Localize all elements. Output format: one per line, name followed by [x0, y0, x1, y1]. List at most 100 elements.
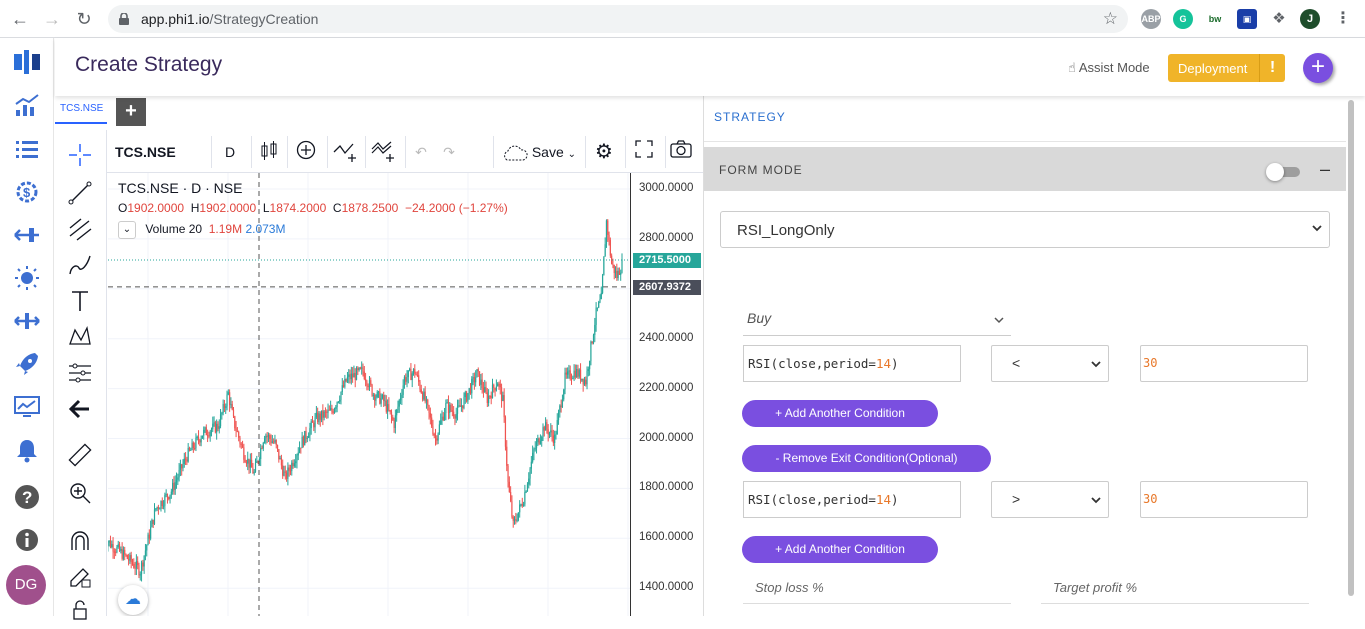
candle-body: [235, 428, 236, 431]
settings-gear-icon[interactable]: ⚙: [593, 140, 615, 164]
address-bar[interactable]: app.phi1.io/StrategyCreation ☆: [108, 5, 1128, 33]
candle-body: [463, 397, 464, 408]
rocket-icon[interactable]: [13, 350, 41, 378]
zoom-in-tool-icon[interactable]: [67, 480, 93, 506]
price-axis-tick: 2200.0000: [639, 382, 693, 394]
symbol-search[interactable]: TCS.NSE: [115, 140, 176, 164]
ruler-tool-icon[interactable]: [67, 442, 93, 468]
extensions-puzzle-icon[interactable]: ❖: [1269, 9, 1289, 29]
candle-body: [177, 477, 178, 479]
candles-icon[interactable]: [259, 140, 279, 164]
form-mode-toggle[interactable]: [1270, 167, 1300, 177]
candle-body: [518, 512, 519, 520]
charts-icon[interactable]: [13, 92, 41, 120]
price-chart[interactable]: ☁: [108, 173, 630, 616]
bookmark-star-icon[interactable]: ☆: [1103, 9, 1118, 29]
browser-menu-icon[interactable]: ⋮: [1333, 9, 1353, 29]
bell-icon[interactable]: [13, 436, 41, 464]
collapse-legend-chevron-icon[interactable]: ⌄: [118, 221, 136, 239]
candlestick-chart[interactable]: [108, 173, 630, 616]
list-icon[interactable]: [13, 135, 41, 163]
info-icon[interactable]: [13, 526, 41, 554]
user-avatar[interactable]: DG: [6, 565, 46, 605]
screenshot-camera-icon[interactable]: [669, 140, 693, 164]
exit-condition-input[interactable]: RSI(close,period=14): [743, 481, 961, 518]
tradingview-logo-icon[interactable]: ☁: [118, 585, 148, 615]
prediction-tool-icon[interactable]: [67, 360, 93, 386]
entry-condition-input[interactable]: RSI(close,period=14): [743, 345, 961, 382]
phi1-logo-icon[interactable]: [13, 48, 41, 76]
candle-body: [134, 568, 135, 569]
collapse-button[interactable]: –: [1320, 159, 1330, 180]
back-arrow-tool-icon[interactable]: [67, 396, 93, 422]
form-mode-label: FORM MODE: [719, 163, 803, 177]
transfer-icon[interactable]: [13, 307, 41, 335]
crosshair-tool-icon[interactable]: [67, 142, 93, 168]
add-another-condition-button[interactable]: + Add Another Condition: [742, 400, 938, 427]
target-profit-input[interactable]: Target profit %: [1041, 580, 1309, 604]
arrows-icon[interactable]: [13, 221, 41, 249]
add-indicator-circle-icon[interactable]: [295, 140, 317, 164]
monitor-chart-icon[interactable]: [13, 393, 41, 421]
candle-body: [558, 412, 559, 420]
back-arrow-icon[interactable]: ←: [10, 9, 30, 29]
stop-loss-input[interactable]: Stop loss %: [743, 580, 1011, 604]
browser-chrome: ← → ↻ app.phi1.io/StrategyCreation ☆ ABP…: [0, 0, 1365, 38]
candle-body: [568, 370, 569, 371]
exit-value-input[interactable]: 30: [1140, 481, 1308, 518]
lock-draw-tool-icon[interactable]: [67, 564, 93, 590]
profile-avatar[interactable]: J: [1300, 9, 1320, 29]
fullscreen-icon[interactable]: [633, 140, 655, 164]
redo-icon[interactable]: ↷: [441, 140, 457, 164]
assist-mode-link[interactable]: ☝ Assist Mode: [1068, 60, 1150, 76]
entry-operator-select[interactable]: <: [991, 345, 1109, 382]
candle-body: [487, 392, 488, 403]
remove-exit-condition-button[interactable]: - Remove Exit Condition(Optional): [742, 445, 991, 472]
add-another-exit-condition-button[interactable]: + Add Another Condition: [742, 536, 938, 563]
candle-body: [576, 369, 577, 377]
candle-body: [443, 417, 444, 420]
price-axis[interactable]: 3000.00002800.00002600.00002400.00002200…: [630, 173, 703, 616]
side-select[interactable]: Buy: [743, 304, 1011, 336]
save-button[interactable]: Save ⌄: [499, 140, 579, 164]
indicators-icon[interactable]: [333, 140, 359, 164]
text-tool-icon[interactable]: [67, 288, 93, 314]
candle-body: [291, 463, 292, 471]
bw-extension-icon[interactable]: bw: [1205, 9, 1225, 29]
candle-body: [141, 563, 142, 575]
candle-body: [522, 504, 523, 506]
trend-line-tool-icon[interactable]: [67, 180, 93, 206]
money-gear-icon[interactable]: $: [13, 178, 41, 206]
candle-body: [501, 387, 502, 401]
deployment-button[interactable]: Deployment !: [1168, 54, 1285, 82]
lock-icon[interactable]: [67, 598, 93, 624]
candle-body: [314, 417, 315, 427]
strategy-select[interactable]: RSI_LongOnly: [720, 211, 1330, 248]
reload-icon[interactable]: ↻: [74, 9, 94, 29]
exit-operator-select[interactable]: >: [991, 481, 1109, 518]
candle-body: [520, 504, 521, 505]
panel-scrollbar[interactable]: [1348, 100, 1354, 596]
fib-tool-icon[interactable]: [67, 216, 93, 242]
undo-icon[interactable]: ↶: [413, 140, 429, 164]
help-icon[interactable]: ?: [13, 483, 41, 511]
price-axis-tick: 1400.0000: [639, 581, 693, 593]
candle-body: [171, 492, 172, 495]
grammarly-extension-icon[interactable]: G: [1173, 9, 1193, 29]
adblock-extension-icon[interactable]: ABP: [1141, 9, 1161, 29]
candle-body: [168, 497, 169, 499]
screen-extension-icon[interactable]: ▣: [1237, 9, 1257, 29]
add-fab-button[interactable]: +: [1303, 53, 1333, 83]
entry-value-input[interactable]: 30: [1140, 345, 1308, 382]
forward-arrow-icon[interactable]: →: [42, 9, 62, 29]
bulb-icon[interactable]: [13, 264, 41, 292]
add-chart-tab-button[interactable]: +: [116, 98, 146, 126]
candle-body: [318, 414, 319, 422]
tab-tcs-nse[interactable]: TCS.NSE: [55, 96, 107, 124]
candle-body: [457, 406, 458, 414]
interval-button[interactable]: D: [223, 140, 237, 164]
pattern-tool-icon[interactable]: [67, 324, 93, 350]
magnet-tool-icon[interactable]: [67, 528, 93, 554]
brush-tool-icon[interactable]: [67, 252, 93, 278]
compare-icon[interactable]: [371, 140, 397, 164]
